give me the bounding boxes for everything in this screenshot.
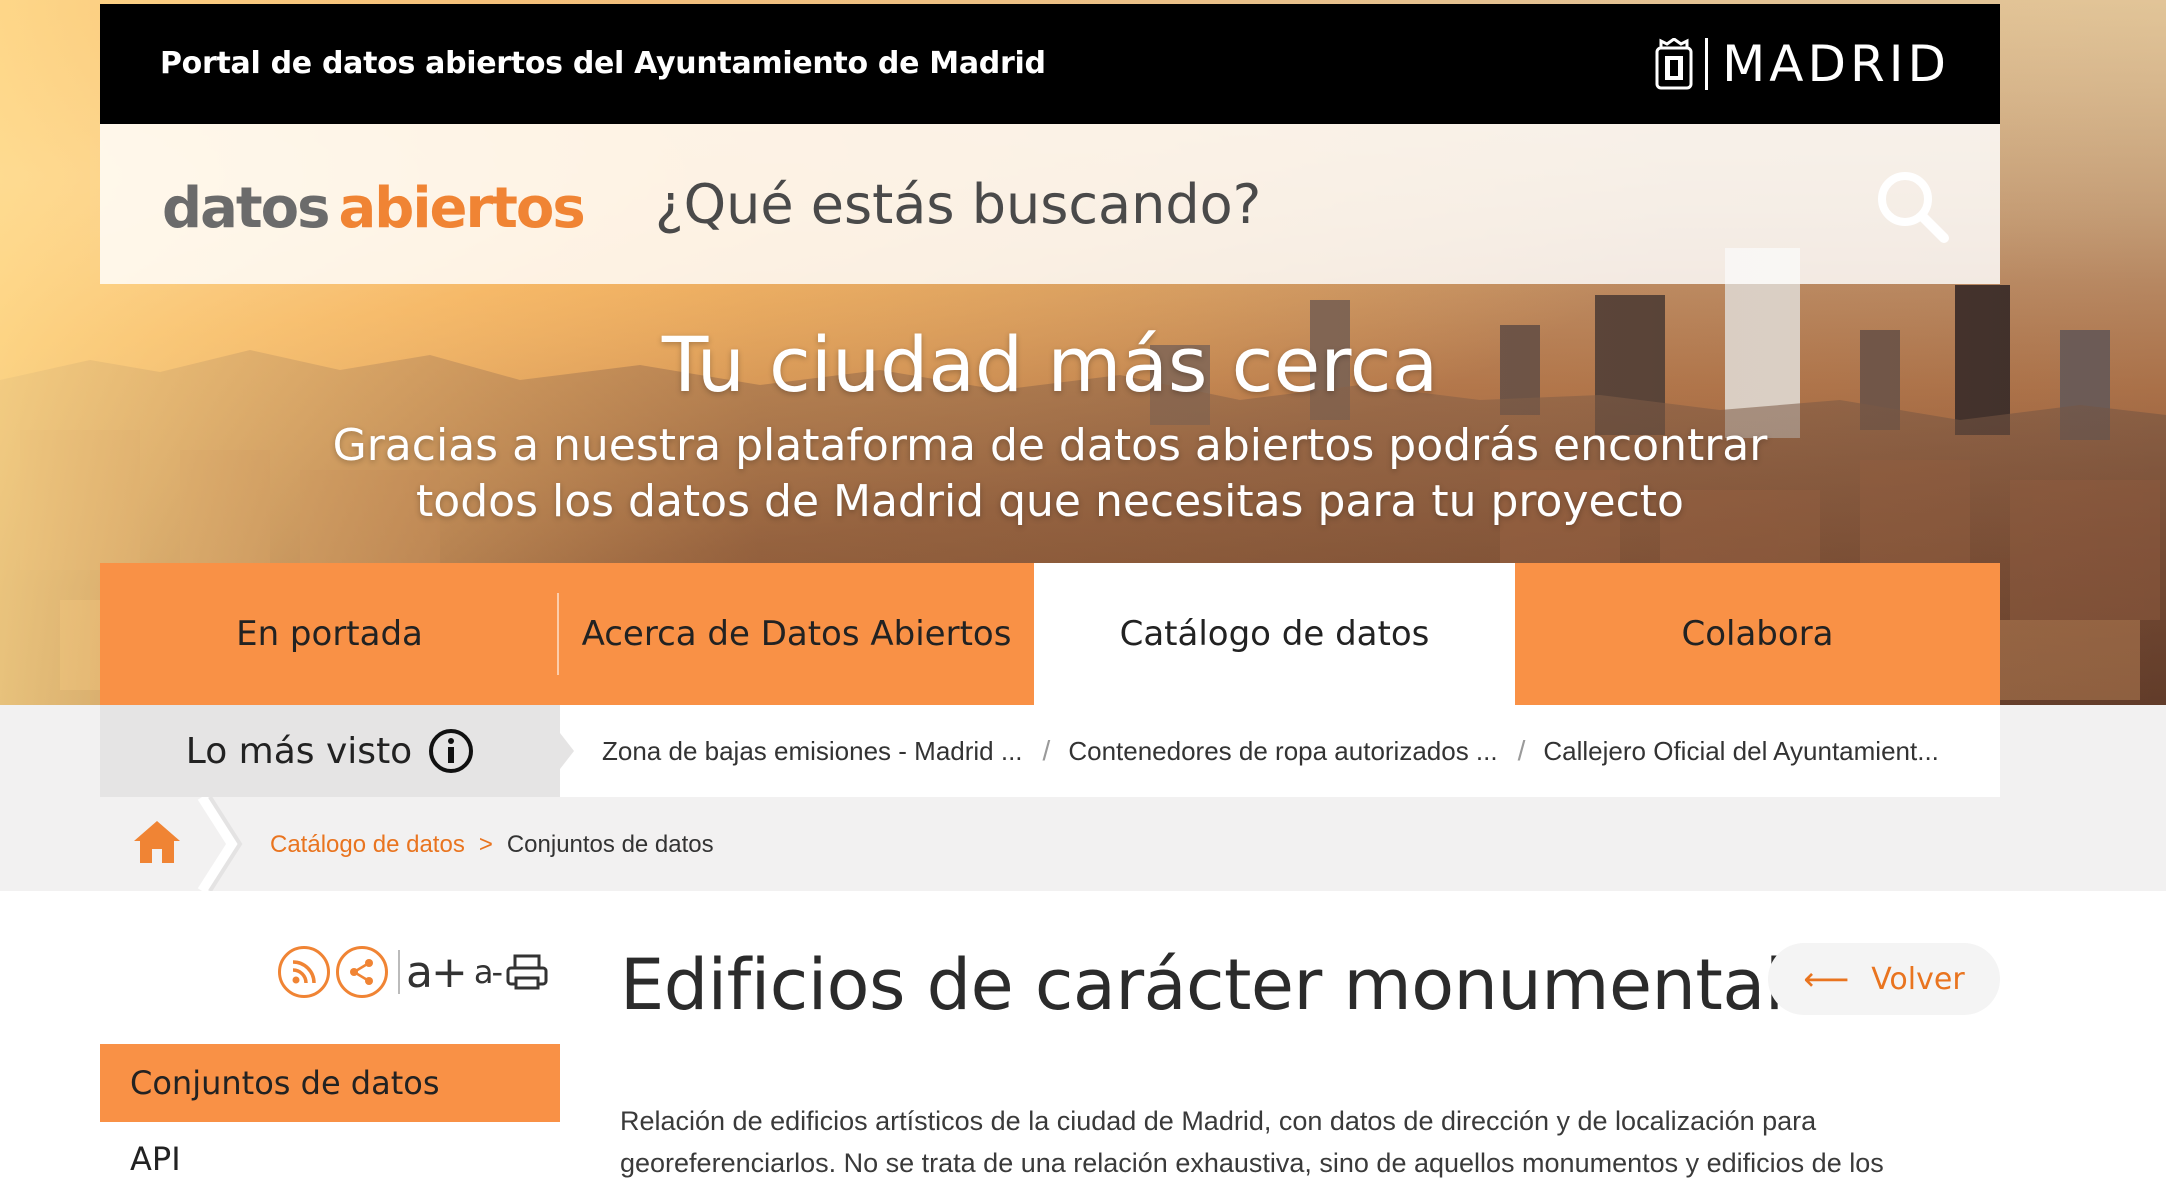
most-viewed-bar: Lo más visto Zona de bajas emisiones - M… <box>100 705 2000 797</box>
page-title: Edificios de carácter monumental <box>620 944 1784 1026</box>
breadcrumb: Catálogo de datos > Conjuntos de datos <box>100 797 2000 891</box>
rss-icon <box>292 960 316 984</box>
hero-title: Tu ciudad más cerca <box>661 320 1439 409</box>
info-icon[interactable] <box>428 728 474 774</box>
rss-button[interactable] <box>278 946 330 998</box>
portal-header-bar: Portal de datos abiertos del Ayuntamient… <box>100 4 2000 124</box>
madrid-logo[interactable]: MADRID <box>1655 35 1950 93</box>
sidebar-item-api[interactable]: API <box>130 1140 181 1178</box>
home-icon[interactable] <box>132 819 182 865</box>
back-button[interactable]: ⟵ Volver <box>1768 943 2000 1015</box>
most-viewed-link[interactable]: Contenedores de ropa autorizados ... <box>1068 736 1497 767</box>
nav-tab-catalogo[interactable]: Catálogo de datos <box>1034 563 1515 705</box>
font-increase-button[interactable]: a+ <box>406 947 468 998</box>
breadcrumb-separator: > <box>478 831 493 858</box>
link-separator: / <box>1042 735 1051 766</box>
logo-divider <box>1705 38 1709 90</box>
nav-tab-colabora[interactable]: Colabora <box>1515 563 2000 705</box>
madrid-wordmark: MADRID <box>1722 35 1950 93</box>
sidebar-item-label: Conjuntos de datos <box>130 1064 440 1102</box>
nav-tab-label: Colabora <box>1681 614 1834 654</box>
search-icon[interactable] <box>1874 168 1950 244</box>
nav-tab-label: En portada <box>236 614 423 654</box>
hero-subtitle-line-2: todos los datos de Madrid que necesitas … <box>416 476 1684 527</box>
print-icon[interactable] <box>505 952 549 992</box>
hero-subtitle: Gracias a nuestra plataforma de datos ab… <box>300 418 1800 530</box>
most-viewed-arrow <box>560 733 574 769</box>
portal-title: Portal de datos abiertos del Ayuntamient… <box>160 46 1046 81</box>
search-bar: datos abiertos <box>100 124 2000 284</box>
share-button[interactable] <box>336 946 388 998</box>
breadcrumb-link-catalogo[interactable]: Catálogo de datos <box>270 831 465 859</box>
sidebar-item-conjuntos-de-datos[interactable]: Conjuntos de datos <box>100 1044 560 1122</box>
back-button-label: Volver <box>1871 961 1965 997</box>
most-viewed-links: Zona de bajas emisiones - Madrid ... / C… <box>602 705 1939 797</box>
search-input[interactable] <box>655 164 1855 244</box>
share-icon <box>350 959 373 985</box>
breadcrumb-current: Conjuntos de datos <box>506 831 714 858</box>
accessibility-toolbar: a+ a- <box>278 944 549 1000</box>
breadcrumb-chevron-icon <box>197 797 243 891</box>
nav-tab-label: Acerca de Datos Abiertos <box>581 614 1012 654</box>
most-viewed-label: Lo más visto <box>185 730 413 772</box>
madrid-coat-of-arms-icon <box>1655 38 1693 90</box>
most-viewed-label-box[interactable]: Lo más visto <box>100 705 560 797</box>
main-navigation: En portada Acerca de Datos Abiertos Catá… <box>100 563 2000 705</box>
nav-tab-en-portada[interactable]: En portada <box>100 563 559 705</box>
most-viewed-link[interactable]: Callejero Oficial del Ayuntamient... <box>1543 736 1939 767</box>
arrow-left-icon: ⟵ <box>1803 960 1850 998</box>
hero-subtitle-line-1: Gracias a nuestra plataforma de datos ab… <box>332 420 1768 471</box>
toolbar-divider <box>398 950 400 994</box>
datos-abiertos-logo[interactable]: datos abiertos <box>162 176 586 241</box>
nav-tab-acerca-de[interactable]: Acerca de Datos Abiertos <box>559 563 1034 705</box>
brand-part-datos: datos <box>162 176 330 241</box>
nav-tab-label: Catálogo de datos <box>1119 614 1430 654</box>
brand-part-abiertos: abiertos <box>338 176 585 241</box>
dataset-description: Relación de edificios artísticos de la c… <box>620 1106 1884 1178</box>
link-separator: / <box>1517 735 1526 766</box>
sidebar-item-label: API <box>130 1140 181 1178</box>
font-decrease-button[interactable]: a- <box>474 953 503 991</box>
most-viewed-link[interactable]: Zona de bajas emisiones - Madrid ... <box>602 736 1023 767</box>
breadcrumb-trail: Catálogo de datos > Conjuntos de datos <box>270 831 714 859</box>
